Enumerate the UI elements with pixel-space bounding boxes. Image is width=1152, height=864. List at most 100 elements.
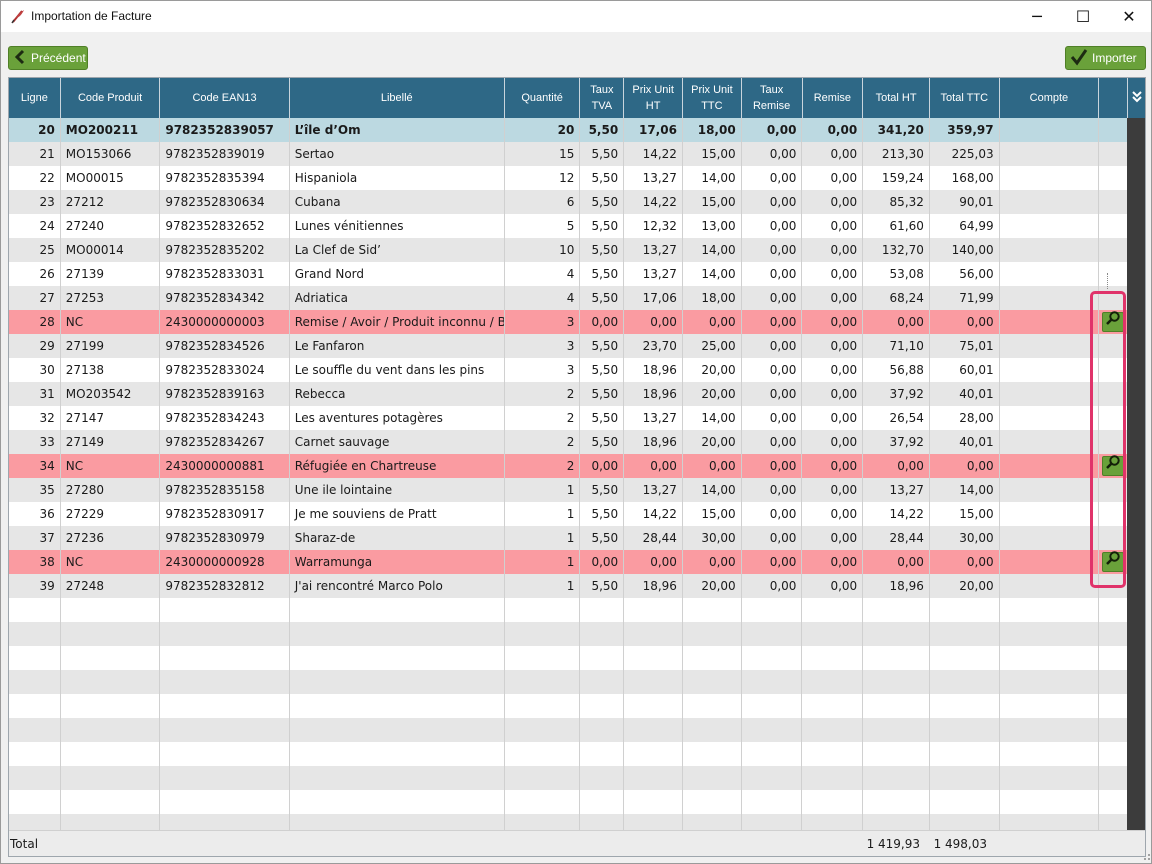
row-action-cell — [1099, 574, 1127, 598]
vertical-scrollbar[interactable] — [1127, 118, 1145, 830]
cell-puht: 0,00 — [624, 310, 683, 334]
empty-cell — [505, 718, 581, 742]
cell-ligne: 23 — [9, 190, 61, 214]
cell-tva: 5,50 — [580, 502, 625, 526]
cell-ean: 2430000000003 — [160, 310, 290, 334]
cell-ligne: 28 — [9, 310, 61, 334]
cell-code: 27147 — [61, 406, 161, 430]
cell-puttc: 0,00 — [683, 310, 742, 334]
table-row[interactable]: 36 27229 9782352830917 Je me souviens de Pr… — [9, 502, 1127, 526]
column-header-tttc[interactable]: Total TTC — [930, 78, 1000, 118]
empty-cell — [61, 646, 161, 670]
table-row[interactable]: 24 27240 9782352832652 Lunes vénitiennes 5 5,… — [9, 214, 1127, 238]
empty-cell — [580, 598, 625, 622]
double-chevron-down-icon — [1131, 90, 1142, 106]
maximize-button[interactable]: ☐ — [1060, 1, 1106, 32]
cell-remise: 0,00 — [802, 286, 864, 310]
column-header-action[interactable] — [1099, 78, 1127, 118]
column-header-qte[interactable]: Quantité — [505, 78, 581, 118]
cell-puht: 13,27 — [624, 166, 683, 190]
table-row[interactable]: 21 MO153066 9782352839019 Sertao 15 5,50 14,22… — [9, 142, 1127, 166]
empty-cell — [290, 718, 505, 742]
empty-cell — [505, 646, 581, 670]
cell-compte — [1000, 262, 1100, 286]
empty-cell — [802, 670, 864, 694]
column-header-puttc[interactable]: Prix Unit TTC — [683, 78, 742, 118]
search-product-button[interactable] — [1102, 551, 1125, 572]
table-row[interactable]: 34 NC 2430000000881 Réfugiée en Chartreuse 2… — [9, 454, 1127, 478]
cell-tht: 37,92 — [863, 382, 930, 406]
cell-tremise: 0,00 — [742, 310, 803, 334]
empty-cell — [160, 646, 290, 670]
empty-cell — [61, 622, 161, 646]
column-header-puht[interactable]: Prix Unit HT — [624, 78, 684, 118]
empty-cell — [742, 646, 803, 670]
table-row[interactable]: 23 27212 9782352830634 Cubana 6 5,50 14,22 15,0… — [9, 190, 1127, 214]
empty-cell — [580, 742, 625, 766]
table-row[interactable]: 32 27147 9782352834243 Les aventures potagè… — [9, 406, 1127, 430]
total-row: Total 1 419,93 1 498,03 — [9, 830, 1145, 856]
table-row[interactable]: 28 NC 2430000000003 Remise / Avoir / Produi… — [9, 310, 1127, 334]
table-row[interactable]: 20 MO200211 9782352839057 L’île d’Om 20 5,50 1… — [9, 118, 1127, 142]
cell-compte — [1000, 574, 1100, 598]
cell-compte — [1000, 454, 1100, 478]
cell-ligne: 39 — [9, 574, 61, 598]
empty-cell — [290, 766, 505, 790]
empty-cell — [61, 766, 161, 790]
minimize-button[interactable]: ─ — [1014, 1, 1060, 32]
cell-puht: 28,44 — [624, 526, 683, 550]
previous-button[interactable]: Précédent — [8, 46, 88, 70]
cell-code: 27236 — [61, 526, 161, 550]
column-header-compte[interactable]: Compte — [1000, 78, 1100, 118]
scroll-to-end-button[interactable] — [1127, 78, 1145, 118]
cell-tva: 5,50 — [580, 238, 625, 262]
table-row[interactable]: 31 MO203542 9782352839163 Rebecca 2 5,50 18,96… — [9, 382, 1127, 406]
close-button[interactable]: ✕ — [1106, 1, 1152, 32]
cell-compte — [1000, 214, 1100, 238]
cell-code: 27212 — [61, 190, 161, 214]
cell-tht: 71,10 — [863, 334, 930, 358]
table-row[interactable]: 33 27149 9782352834267 Carnet sauvage 2 5,50 1… — [9, 430, 1127, 454]
cell-tttc: 56,00 — [930, 262, 1000, 286]
cell-remise: 0,00 — [802, 358, 864, 382]
column-header-tht[interactable]: Total HT — [863, 78, 930, 118]
column-header-libelle[interactable]: Libellé — [290, 78, 505, 118]
table-row[interactable]: 38 NC 2430000000928 Warramunga 1 0,00 0,00 0,00… — [9, 550, 1127, 574]
table-row[interactable]: 30 27138 9782352833024 Le souffle du vent d… — [9, 358, 1127, 382]
column-header-remise[interactable]: Remise — [803, 78, 864, 118]
cell-tht: 341,20 — [863, 118, 930, 142]
empty-cell — [863, 622, 930, 646]
empty-cell — [930, 598, 1000, 622]
column-header-ean[interactable]: Code EAN13 — [160, 78, 290, 118]
cell-puttc: 15,00 — [683, 502, 742, 526]
resize-grip-icon[interactable] — [1139, 849, 1151, 861]
table-row[interactable]: 35 27280 9782352835158 Une ile lointaine 1 5,… — [9, 478, 1127, 502]
empty-cell — [1099, 718, 1127, 742]
empty-cell — [1099, 694, 1127, 718]
table-row[interactable]: 29 27199 9782352834526 Le Fanfaron 3 5,50 23,7… — [9, 334, 1127, 358]
table-row[interactable]: 25 MO00014 9782352835202 La Clef de Sid’ 10 5… — [9, 238, 1127, 262]
cell-puht: 13,27 — [624, 238, 683, 262]
cell-ean: 2430000000928 — [160, 550, 290, 574]
import-button[interactable]: Importer — [1065, 46, 1146, 70]
table-row[interactable]: 26 27139 9782352833031 Grand Nord 4 5,50 13,27… — [9, 262, 1127, 286]
cell-tremise: 0,00 — [742, 430, 803, 454]
table-row[interactable]: 37 27236 9782352830979 Sharaz-de 1 5,50 28,44 3… — [9, 526, 1127, 550]
column-header-code[interactable]: Code Produit — [61, 78, 161, 118]
table-row[interactable]: 27 27253 9782352834342 Adriatica 4 5,50 17,06 1… — [9, 286, 1127, 310]
cell-tva: 5,50 — [580, 142, 625, 166]
search-product-button[interactable] — [1102, 455, 1125, 476]
cell-libelle: Les aventures potagères — [290, 406, 505, 430]
table-row[interactable]: 22 MO00015 9782352835394 Hispaniola 12 5,50 13… — [9, 166, 1127, 190]
cell-tttc: 60,01 — [930, 358, 1000, 382]
empty-cell — [742, 742, 803, 766]
search-product-button[interactable] — [1102, 311, 1125, 332]
empty-cell — [580, 646, 625, 670]
cell-puht: 14,22 — [624, 502, 683, 526]
empty-cell — [1099, 598, 1127, 622]
empty-cell — [863, 646, 930, 670]
column-header-tremise[interactable]: Taux Remise — [742, 78, 803, 118]
table-row[interactable]: 39 27248 9782352832812 J'ai rencontré Marco… — [9, 574, 1127, 598]
column-header-tva[interactable]: Taux TVA — [580, 78, 625, 118]
column-header-ligne[interactable]: Ligne — [9, 78, 61, 118]
